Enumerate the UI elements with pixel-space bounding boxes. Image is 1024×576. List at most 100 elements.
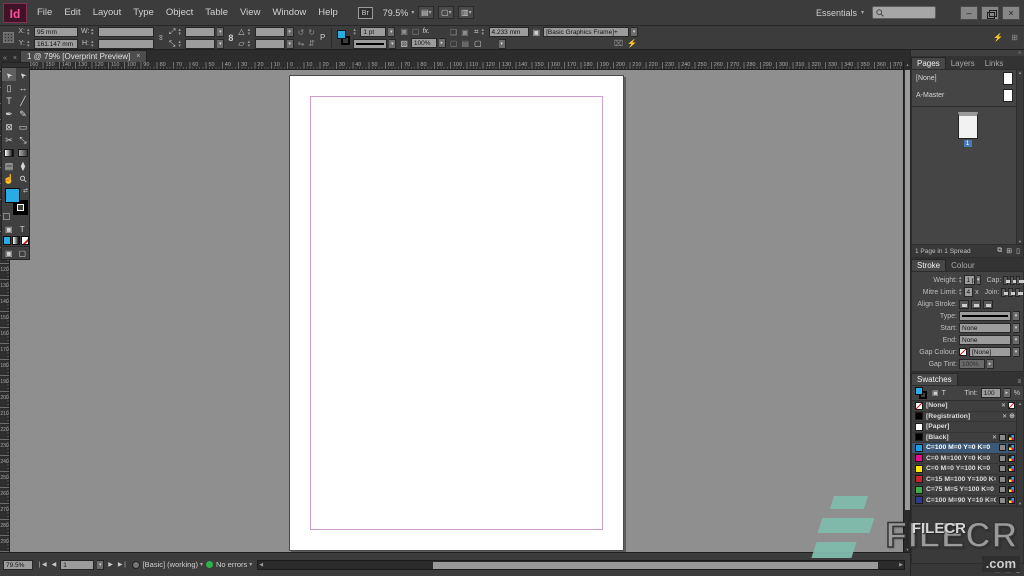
wrap-icon[interactable]: ▣ [460, 28, 470, 37]
preflight-status-dropdown[interactable]: No errors ▾ [216, 560, 252, 569]
horizontal-scrollbar[interactable]: ◀ ▶ [257, 560, 905, 570]
panel-tab[interactable]: Stroke [911, 259, 946, 271]
swatch-row[interactable]: [Registration] ✕ ⊕ [912, 412, 1023, 423]
eyedropper-tool[interactable]: ⧫ [16, 159, 30, 172]
round-cap-icon[interactable] [1010, 276, 1014, 285]
edit-page-size-icon[interactable]: ⧉ [997, 247, 1002, 255]
next-page-button[interactable]: ▶ [107, 561, 114, 568]
rotation-angle-field[interactable] [255, 27, 285, 37]
width-field[interactable] [98, 27, 154, 37]
menu-item[interactable]: View [234, 7, 266, 18]
normal-view-mode-icon[interactable]: ▣ [2, 247, 16, 259]
reference-point-proxy[interactable] [3, 32, 14, 43]
vertical-scrollbar[interactable]: ▲ ▼ [903, 62, 910, 552]
panel-options-icon[interactable]: ⊞ [1010, 33, 1019, 42]
formatting-affects-container-icon[interactable]: ▣ [2, 223, 16, 235]
align-inside-icon[interactable] [971, 300, 981, 309]
butt-cap-icon[interactable] [1003, 276, 1007, 285]
formatting-affects-text-icon[interactable]: T [16, 223, 30, 235]
master-page-row[interactable]: [None] [912, 70, 1023, 87]
tab-close-all-icon[interactable]: × [10, 55, 20, 62]
scissors-tool[interactable]: ✂ [2, 133, 16, 146]
stroke-type-field[interactable] [959, 311, 1011, 321]
end-arrowhead-field[interactable]: None [959, 335, 1011, 345]
scale-y-field[interactable] [185, 39, 215, 49]
horizontal-scrollbar-thumb[interactable] [433, 562, 879, 569]
show-swatch-kinds-icon[interactable]: ⊟ [994, 566, 1000, 574]
link-scale-icon[interactable]: 8 [227, 33, 234, 43]
apply-colour-button[interactable] [3, 236, 11, 245]
screen-mode-toggle-icon[interactable]: ▢ [16, 247, 30, 259]
apply-none-button[interactable] [21, 236, 29, 245]
formatting-text-icon[interactable]: T [942, 390, 946, 397]
rectangle-frame-tool[interactable]: ⊠ [2, 120, 16, 133]
panel-tab[interactable]: Links [980, 58, 1009, 69]
wrap-none-icon[interactable]: ▢ [449, 39, 459, 48]
menu-item[interactable]: File [31, 7, 58, 18]
quick-apply-icon[interactable]: ⚡ [626, 39, 638, 48]
previous-page-button[interactable]: ◀ [51, 561, 58, 568]
fill-swatch[interactable] [337, 30, 346, 39]
fill-stroke-mini[interactable] [915, 387, 929, 399]
stroke-type-field[interactable] [353, 39, 387, 49]
clear-overrides-icon[interactable]: ⌧ [613, 39, 624, 48]
direct-selection-tool[interactable]: ➤ [16, 68, 30, 81]
rectangle-tool[interactable]: ▭ [16, 120, 30, 133]
swatch-row[interactable]: [Black] ✕ ⊕ [912, 433, 1023, 444]
fill-stroke-mini[interactable] [337, 30, 350, 46]
flip-horizontal-icon[interactable]: ⇋ [297, 39, 306, 48]
align-outside-icon[interactable] [983, 300, 993, 309]
rotate-ccw-icon[interactable]: ↺ [297, 28, 306, 37]
view-options-icon[interactable]: ▤▾ [418, 6, 434, 19]
restore-button[interactable] [981, 6, 999, 20]
bridge-icon[interactable]: Br [358, 7, 373, 19]
mitre-limit-field[interactable]: 4 [964, 287, 974, 297]
effects-icon[interactable]: fx. [422, 28, 429, 35]
new-swatch-icon[interactable]: ⊞ [1005, 566, 1011, 574]
default-fill-stroke-icon[interactable] [3, 213, 10, 220]
free-transform-tool[interactable]: ⤡ [16, 133, 30, 146]
x-position-field[interactable]: 95 mm [34, 27, 78, 37]
rotate-cw-icon[interactable]: ↻ [307, 28, 316, 37]
stroke-weight-field[interactable]: 1 pt [360, 27, 386, 37]
formatting-container-icon[interactable]: ▣ [932, 389, 939, 397]
opacity-field[interactable]: 100% [411, 38, 437, 48]
wrap-around-icon[interactable]: ▤ [460, 39, 470, 48]
line-tool[interactable]: ╱ [16, 94, 30, 107]
constrain-proportions-icon[interactable]: ∞ [157, 34, 166, 42]
page-tool[interactable]: ▯ [2, 81, 16, 94]
swatch-row[interactable]: C=75 M=5 Y=100 K=0 ✕ ⊕ [912, 485, 1023, 496]
page-canvas[interactable] [289, 75, 624, 551]
menu-item[interactable]: Table [199, 7, 234, 18]
align-centre-icon[interactable] [959, 300, 969, 309]
bevel-join-icon[interactable] [1015, 288, 1020, 297]
panel-tab[interactable]: Layers [946, 58, 980, 69]
screen-mode-icon[interactable]: ▢▾ [438, 6, 454, 19]
note-tool[interactable]: ▤ [2, 159, 16, 172]
swatch-row[interactable]: C=0 M=100 Y=0 K=0 ✕ ⊕ [912, 454, 1023, 465]
menu-item[interactable]: Help [312, 7, 344, 18]
tab-scroll-icon[interactable]: « [0, 55, 10, 62]
search-input[interactable] [872, 6, 936, 19]
mitre-join-icon[interactable] [1001, 288, 1006, 297]
page-number-caret[interactable]: ▾ [97, 560, 104, 570]
corner-radius-field[interactable]: 4.233 mm [489, 27, 529, 37]
gap-tint-field[interactable]: 100% [959, 359, 985, 369]
tab-swatches[interactable]: Swatches [911, 373, 958, 385]
apply-gradient-button[interactable] [12, 236, 20, 245]
zoom-level-dropdown[interactable]: 79.5% ▾ [383, 8, 415, 18]
gradient-feather-tool[interactable] [16, 146, 30, 159]
swatch-row[interactable]: C=0 M=0 Y=100 K=0 ✕ ⊕ [912, 464, 1023, 475]
last-page-button[interactable]: ▶❘ [117, 561, 129, 568]
pasteboard[interactable] [10, 70, 903, 552]
close-icon[interactable]: × [136, 53, 140, 60]
flip-vertical-icon[interactable]: ⇵ [307, 39, 316, 48]
document-viewport[interactable]: 1601501401301201101009080706050403020100… [0, 62, 903, 552]
document-tab[interactable]: 1 @ 79% [Overprint Preview] × [20, 50, 147, 62]
menu-item[interactable]: Object [160, 7, 199, 18]
master-page-row[interactable]: A-Master [912, 87, 1023, 104]
menu-item[interactable]: Type [127, 7, 160, 18]
panel-tab[interactable]: Colour [946, 260, 980, 271]
arrange-documents-icon[interactable]: ▥▾ [458, 6, 474, 19]
round-join-icon[interactable] [1008, 288, 1013, 297]
